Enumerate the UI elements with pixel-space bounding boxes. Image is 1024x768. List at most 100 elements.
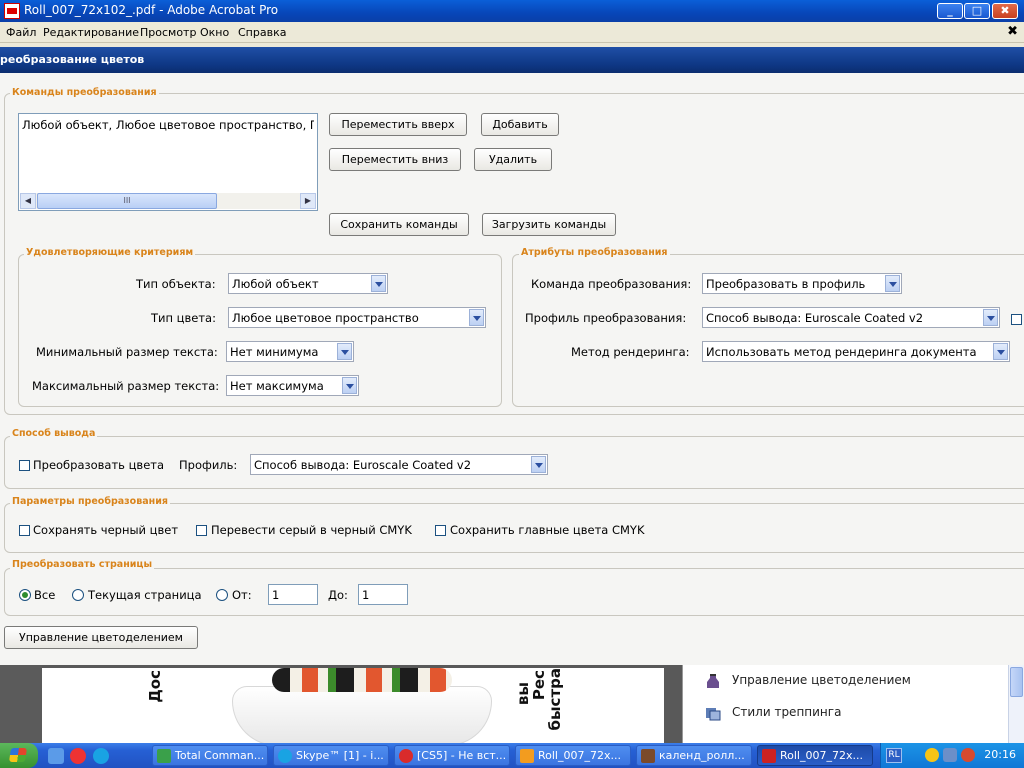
task-illustrator[interactable]: Roll_007_72x... (515, 745, 631, 766)
side-item-label: Управление цветоделением (732, 673, 911, 687)
list-item[interactable]: Любой объект, Любое цветовое пространств… (22, 118, 314, 132)
sushi-dish-image (232, 668, 492, 746)
move-up-button[interactable]: Переместить вверх (329, 113, 467, 136)
list-horizontal-scrollbar[interactable]: ◀ III ▶ (20, 193, 316, 209)
conversion-command-value: Преобразовать в профиль (706, 277, 866, 291)
keep-cmyk-checkbox[interactable] (435, 525, 446, 536)
keep-black-checkbox[interactable] (19, 525, 30, 536)
illustrator-icon (520, 749, 534, 763)
network-icon[interactable] (943, 748, 957, 762)
max-text-size-select[interactable]: Нет максимума (226, 375, 359, 396)
chevron-down-icon[interactable] (983, 309, 998, 326)
to-label: До: (328, 588, 348, 602)
gray-to-cmyk-label[interactable]: Перевести серый в черный CMYK (211, 523, 412, 537)
quick-launch-yandex-icon[interactable] (70, 748, 86, 764)
convert-colors-dialog: Команды преобразования Любой объект, Люб… (0, 73, 1024, 665)
document-text-right-3: быстра (546, 668, 564, 731)
gray-to-cmyk-checkbox[interactable] (196, 525, 207, 536)
scroll-thumb[interactable]: III (37, 193, 217, 209)
keep-black-label[interactable]: Сохранять черный цвет (33, 523, 178, 537)
task-label: [CS5] - Не вст... (417, 749, 507, 762)
task-total-commander[interactable]: Total Comman... (152, 745, 268, 766)
output-profile-value: Способ вывода: Euroscale Coated v2 (254, 458, 472, 472)
delete-button[interactable]: Удалить (474, 148, 552, 171)
from-page-input[interactable]: 1 (268, 584, 318, 605)
commands-section-title: Команды преобразования (10, 87, 159, 98)
scroll-left-icon[interactable]: ◀ (20, 193, 36, 209)
commands-list[interactable]: Любой объект, Любое цветовое пространств… (18, 113, 318, 211)
quick-launch-skype-icon[interactable] (93, 748, 109, 764)
separation-management-button[interactable]: Управление цветоделением (4, 626, 198, 649)
language-indicator[interactable]: RL (886, 748, 902, 763)
antivirus-icon[interactable] (961, 748, 975, 762)
add-button[interactable]: Добавить (481, 113, 559, 136)
task-label: календ_ролл... (659, 749, 745, 762)
current-page-label[interactable]: Текущая страница (88, 588, 202, 602)
close-window-button[interactable]: ✖ (992, 3, 1018, 19)
save-commands-button[interactable]: Сохранить команды (329, 213, 469, 236)
menu-help[interactable]: Справка (238, 26, 286, 39)
close-document-button[interactable]: ✖ (1007, 24, 1018, 39)
yandex-icon (399, 749, 413, 763)
task-bridge[interactable]: календ_ролл... (636, 745, 752, 766)
chevron-down-icon[interactable] (371, 275, 386, 292)
task-label: Skype™ [1] - i... (296, 749, 384, 762)
color-type-select[interactable]: Любое цветовое пространство (228, 307, 486, 328)
all-pages-label[interactable]: Все (34, 588, 55, 602)
menu-file[interactable]: Файл (6, 26, 36, 39)
output-profile-select[interactable]: Способ вывода: Euroscale Coated v2 (250, 454, 548, 475)
menu-bar: Файл Редактирование Просмотр Окно Справк… (0, 22, 1024, 43)
chevron-down-icon[interactable] (993, 343, 1008, 360)
acrobat-icon (762, 749, 776, 763)
menu-view[interactable]: Просмотр (140, 26, 196, 39)
all-pages-radio[interactable] (19, 589, 31, 601)
document-margin (0, 665, 42, 743)
scroll-thumb[interactable] (1010, 667, 1023, 697)
criteria-section-title: Удовлетворяющие критериям (24, 247, 196, 258)
chevron-down-icon[interactable] (337, 343, 352, 360)
pages-section-title: Преобразовать страницы (10, 559, 155, 570)
acrobat-icon (4, 3, 20, 19)
attributes-section-title: Атрибуты преобразования (519, 247, 670, 258)
task-acrobat[interactable]: Roll_007_72x... (757, 745, 873, 766)
min-text-size-select[interactable]: Нет минимума (226, 341, 354, 362)
chevron-down-icon[interactable] (342, 377, 357, 394)
to-page-input[interactable]: 1 (358, 584, 408, 605)
page-range-radio[interactable] (216, 589, 228, 601)
keep-cmyk-label[interactable]: Сохранить главные цвета CMYK (450, 523, 645, 537)
rendering-method-value: Использовать метод рендеринга документа (706, 345, 977, 359)
menu-window[interactable]: Окно (200, 26, 229, 39)
chevron-down-icon[interactable] (469, 309, 484, 326)
document-text-left: Дос (146, 670, 164, 703)
conversion-command-select[interactable]: Преобразовать в профиль (702, 273, 902, 294)
max-text-size-value: Нет максимума (230, 379, 324, 393)
color-type-label: Тип цвета: (151, 311, 216, 325)
task-label: Roll_007_72x... (538, 749, 621, 762)
object-type-label: Тип объекта: (136, 277, 216, 291)
conversion-profile-value: Способ вывода: Euroscale Coated v2 (706, 311, 924, 325)
object-type-select[interactable]: Любой объект (228, 273, 388, 294)
start-button[interactable] (0, 743, 38, 768)
task-label: Total Comman... (175, 749, 265, 762)
conversion-profile-select[interactable]: Способ вывода: Euroscale Coated v2 (702, 307, 1000, 328)
rendering-method-select[interactable]: Использовать метод рендеринга документа (702, 341, 1010, 362)
menu-edit[interactable]: Редактирование (43, 26, 139, 39)
chevron-down-icon[interactable] (885, 275, 900, 292)
task-browser[interactable]: [CS5] - Не вст... (394, 745, 510, 766)
minimize-button[interactable]: _ (937, 3, 963, 19)
notification-icon[interactable] (925, 748, 939, 762)
embed-profile-checkbox[interactable] (1011, 314, 1022, 325)
tools-side-panel: Управление цветоделением Стили треппинга (682, 665, 1024, 743)
load-commands-button[interactable]: Загрузить команды (482, 213, 616, 236)
convert-colors-label[interactable]: Преобразовать цвета (33, 458, 164, 472)
chevron-down-icon[interactable] (531, 456, 546, 473)
current-page-radio[interactable] (72, 589, 84, 601)
window-title: Roll_007_72x102_.pdf - Adobe Acrobat Pro (24, 3, 279, 17)
task-skype[interactable]: Skype™ [1] - i... (273, 745, 389, 766)
convert-colors-checkbox[interactable] (19, 460, 30, 471)
scroll-right-icon[interactable]: ▶ (300, 193, 316, 209)
move-down-button[interactable]: Переместить вниз (329, 148, 461, 171)
side-panel-scrollbar[interactable] (1008, 665, 1024, 743)
quick-launch-ie-icon[interactable] (48, 748, 64, 764)
maximize-button[interactable]: □ (964, 3, 990, 19)
